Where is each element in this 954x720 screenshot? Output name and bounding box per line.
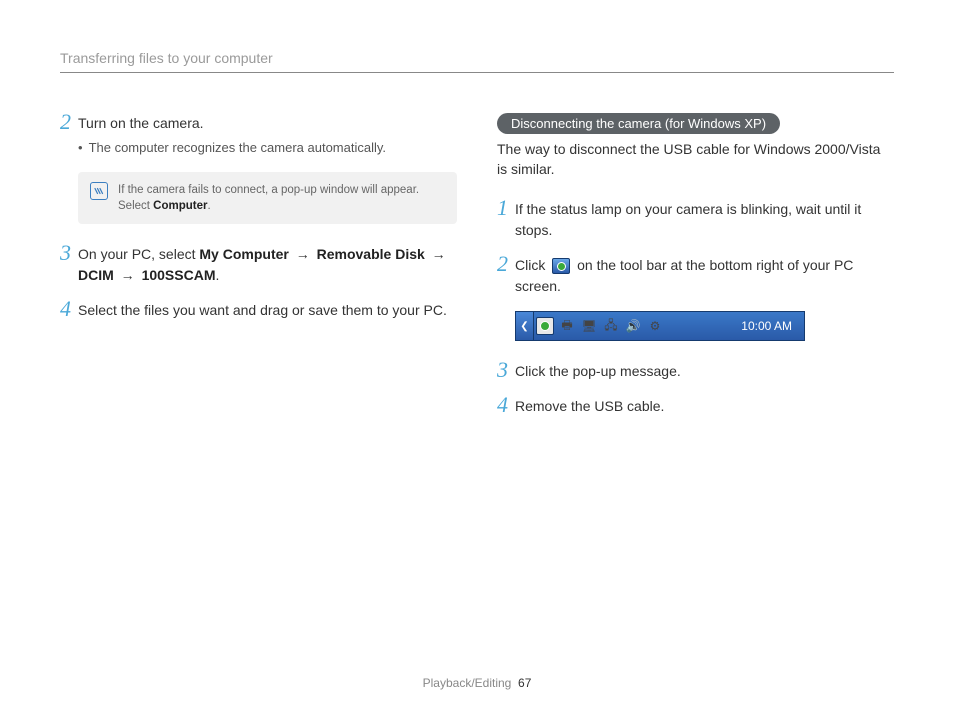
tray-volume-icon: 🔊 <box>624 317 642 335</box>
step-body: Remove the USB cable. <box>515 396 664 417</box>
note-bold: Computer <box>153 200 207 212</box>
safely-remove-hardware-tray-icon <box>536 317 554 335</box>
arrow-icon: → <box>428 246 446 262</box>
step-number: 4 <box>497 394 515 416</box>
step-3: 3 On your PC, select My Computer → Remov… <box>60 244 457 286</box>
note-post: . <box>207 200 210 212</box>
step-4: 4 Select the files you want and drag or … <box>60 300 457 321</box>
page: Transferring files to your computer 2 Tu… <box>0 0 954 720</box>
tray-network-icon: 🖧 <box>602 317 620 335</box>
page-header: Transferring files to your computer <box>60 50 894 73</box>
safely-remove-hardware-icon <box>552 258 570 274</box>
step-number: 2 <box>60 111 78 133</box>
t: . <box>215 267 219 283</box>
r-step-2: 2 Click on the tool bar at the bottom ri… <box>497 255 894 297</box>
step-text: Turn on the camera. <box>78 115 204 131</box>
section-intro: The way to disconnect the USB cable for … <box>497 140 894 179</box>
path-100sscam: 100SSCAM <box>142 267 216 283</box>
windows-taskbar: ❮ 🖶 🖥 🖧 🔊 ⚙ 10:00 AM <box>515 311 805 341</box>
step-body: Click on the tool bar at the bottom righ… <box>515 255 894 297</box>
path-dcim: DCIM <box>78 267 114 283</box>
step-number: 1 <box>497 197 515 219</box>
note-icon <box>90 182 108 200</box>
page-footer: Playback/Editing 67 <box>0 676 954 690</box>
taskbar-expand-icon: ❮ <box>516 312 534 340</box>
note-text: If the camera fails to connect, a pop-up… <box>118 182 445 214</box>
arrow-icon: → <box>117 267 139 283</box>
step-body: Click the pop-up message. <box>515 361 681 382</box>
step-body: If the status lamp on your camera is bli… <box>515 199 894 241</box>
tray-icon: 🖥 <box>580 317 598 335</box>
step-body: Select the files you want and drag or sa… <box>78 300 447 321</box>
left-column: 2 Turn on the camera. The computer recog… <box>60 113 457 431</box>
step-number: 4 <box>60 298 78 320</box>
footer-section: Playback/Editing <box>423 676 512 690</box>
right-column: Disconnecting the camera (for Windows XP… <box>497 113 894 431</box>
tray-icon: ⚙ <box>646 317 664 335</box>
t: On your PC, select <box>78 246 199 262</box>
path-my-computer: My Computer <box>199 246 288 262</box>
taskbar-image: ❮ 🖶 🖥 🖧 🔊 ⚙ 10:00 AM <box>515 311 894 341</box>
t: Click <box>515 257 549 273</box>
step-body: Turn on the camera. The computer recogni… <box>78 113 386 158</box>
step-bullet: The computer recognizes the camera autom… <box>78 138 386 158</box>
tray-icon: 🖶 <box>558 317 576 335</box>
arrow-icon: → <box>292 246 314 262</box>
r-step-4: 4 Remove the USB cable. <box>497 396 894 417</box>
page-number: 67 <box>518 676 531 690</box>
step-number: 3 <box>60 242 78 264</box>
path-removable-disk: Removable Disk <box>317 246 425 262</box>
content-columns: 2 Turn on the camera. The computer recog… <box>60 113 894 431</box>
step-number: 3 <box>497 359 515 381</box>
step-body: On your PC, select My Computer → Removab… <box>78 244 457 286</box>
note-box: If the camera fails to connect, a pop-up… <box>78 172 457 224</box>
step-2: 2 Turn on the camera. The computer recog… <box>60 113 457 158</box>
r-step-3: 3 Click the pop-up message. <box>497 361 894 382</box>
section-pill: Disconnecting the camera (for Windows XP… <box>497 113 780 134</box>
r-step-1: 1 If the status lamp on your camera is b… <box>497 199 894 241</box>
step-number: 2 <box>497 253 515 275</box>
taskbar-clock: 10:00 AM <box>741 319 804 333</box>
